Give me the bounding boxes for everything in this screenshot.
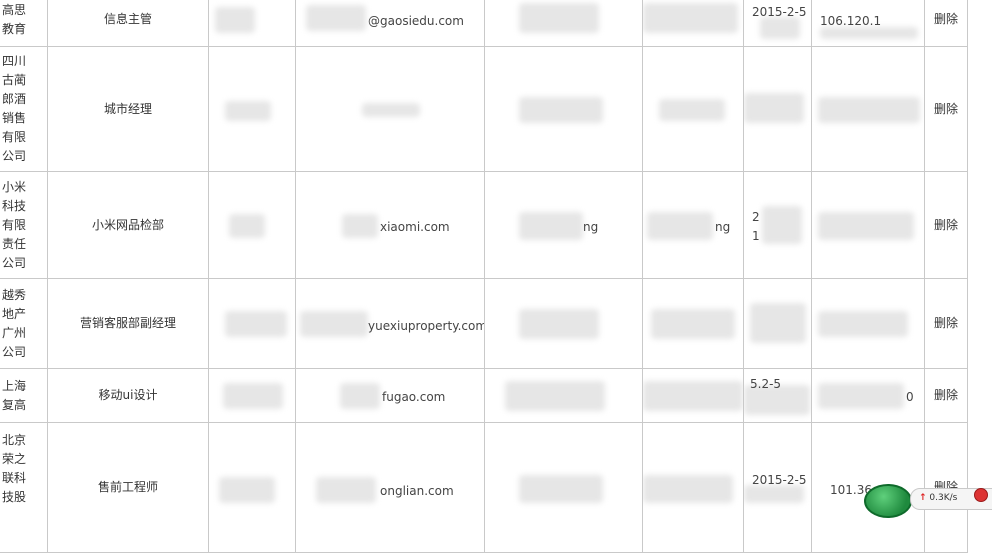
position-cell: 小米网品检部 xyxy=(47,171,209,279)
delete-link[interactable]: 删除 xyxy=(924,171,968,279)
email-cell: xiaomi.com xyxy=(295,171,485,279)
phone-cell xyxy=(642,422,744,553)
table-row: 高思教育 信息主管 @gaosiedu.com 2015-2-5 106.120… xyxy=(0,0,968,47)
ip-cell xyxy=(811,46,925,172)
company-cell: 高思教育 xyxy=(0,0,48,47)
qq-cell xyxy=(484,0,643,47)
table-row: 上海复高 移动ui设计 fugao.com 5.2-5 0 删除 xyxy=(0,368,968,423)
date-cell xyxy=(743,46,812,172)
email-cell: yuexiuproperty.com xyxy=(295,278,485,369)
phone-cell: ng xyxy=(642,171,744,279)
phone-cell xyxy=(642,0,744,47)
date-cell xyxy=(743,278,812,369)
date-cell: 2015-2-5 xyxy=(743,422,812,553)
delete-link[interactable]: 删除 xyxy=(924,368,968,423)
table-row: 北京荣之联科技股 售前工程师 onglian.com 2015-2-5 101.… xyxy=(0,422,968,553)
email-cell: onglian.com xyxy=(295,422,485,553)
position-cell: 移动ui设计 xyxy=(47,368,209,423)
qq-cell xyxy=(484,422,643,553)
email-cell: @gaosiedu.com xyxy=(295,0,485,47)
delete-link[interactable]: 删除 xyxy=(924,278,968,369)
table-row: 小米科技有限责任公司 小米网品检部 xiaomi.com ng ng 2 1 删… xyxy=(0,171,968,279)
company-cell: 四川古蔺郎酒销售有限公司 xyxy=(0,46,48,172)
position-cell: 售前工程师 xyxy=(47,422,209,553)
name-cell xyxy=(208,422,296,553)
speed-ball-icon[interactable] xyxy=(864,484,912,518)
position-cell: 信息主管 xyxy=(47,0,209,47)
name-cell xyxy=(208,278,296,369)
phone-cell xyxy=(642,368,744,423)
date-cell: 5.2-5 xyxy=(743,368,812,423)
ip-cell: 0 xyxy=(811,368,925,423)
qq-cell xyxy=(484,278,643,369)
ip-cell xyxy=(811,171,925,279)
qq-cell: ng xyxy=(484,171,643,279)
qq-cell xyxy=(484,368,643,423)
phone-cell xyxy=(642,278,744,369)
email-cell xyxy=(295,46,485,172)
company-cell: 越秀地产广州公司 xyxy=(0,278,48,369)
position-cell: 营销客服部副经理 xyxy=(47,278,209,369)
network-speed-widget[interactable]: ↑ 0.3K/s xyxy=(860,484,992,518)
company-cell: 北京荣之联科技股 xyxy=(0,422,48,553)
name-cell xyxy=(208,0,296,47)
name-cell xyxy=(208,368,296,423)
table-row: 四川古蔺郎酒销售有限公司 城市经理 删除 xyxy=(0,46,968,172)
phone-cell xyxy=(642,46,744,172)
company-cell: 上海复高 xyxy=(0,368,48,423)
date-cell: 2 1 xyxy=(743,171,812,279)
status-dot-icon xyxy=(974,488,988,502)
name-cell xyxy=(208,46,296,172)
position-cell: 城市经理 xyxy=(47,46,209,172)
date-cell: 2015-2-5 xyxy=(743,0,812,47)
delete-link[interactable]: 删除 xyxy=(924,46,968,172)
company-cell: 小米科技有限责任公司 xyxy=(0,171,48,279)
user-table: 高思教育 信息主管 @gaosiedu.com 2015-2-5 106.120… xyxy=(0,0,968,553)
delete-link[interactable]: 删除 xyxy=(924,0,968,47)
table-row: 越秀地产广州公司 营销客服部副经理 yuexiuproperty.com 删除 xyxy=(0,278,968,369)
qq-cell xyxy=(484,46,643,172)
name-cell xyxy=(208,171,296,279)
ip-cell: 106.120.1 xyxy=(811,0,925,47)
ip-cell xyxy=(811,278,925,369)
email-cell: fugao.com xyxy=(295,368,485,423)
